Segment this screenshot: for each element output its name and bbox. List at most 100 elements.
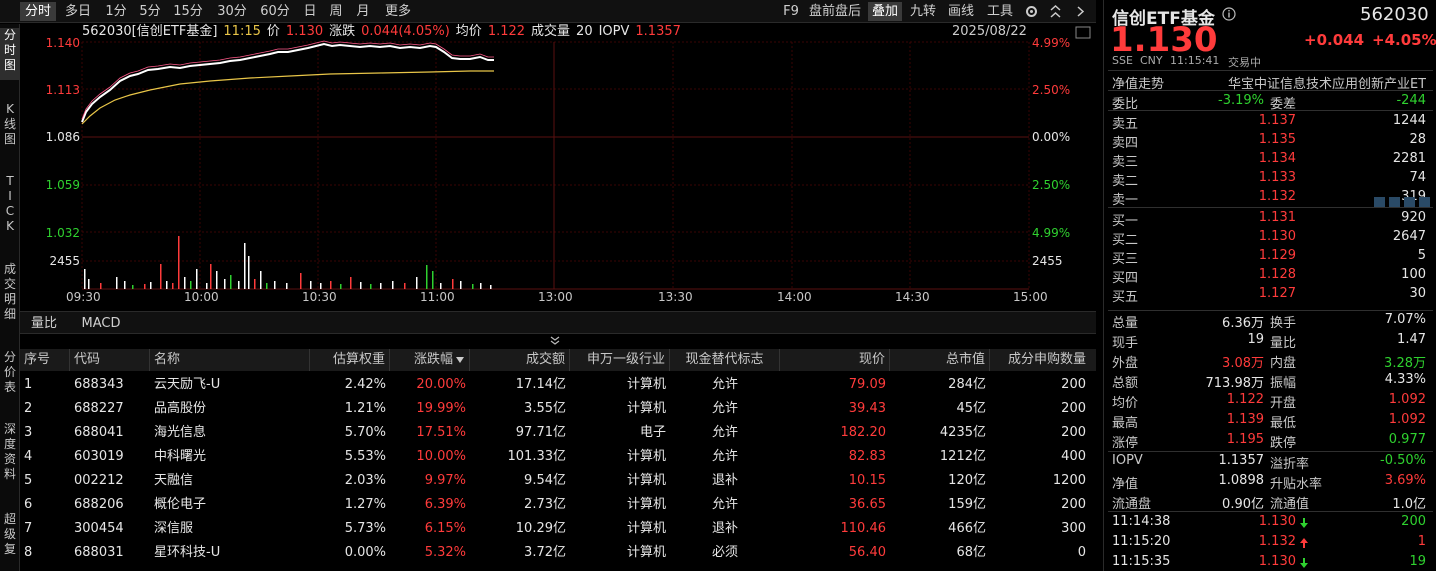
period-tab-multiday[interactable]: 多日 (60, 2, 96, 21)
cell-name: 中科曙光 (154, 449, 207, 464)
col-header-name[interactable]: 名称 (150, 349, 310, 371)
f9-button[interactable]: F9 (780, 2, 802, 21)
period-tab-more[interactable]: 更多 (380, 2, 416, 21)
volume-bar (88, 279, 90, 289)
chart-vol-label: 成交量 (531, 24, 571, 39)
volume-bar (416, 277, 418, 289)
period-tab-1min[interactable]: 1分 (101, 2, 131, 21)
orderbook-level-label: 卖四 (1112, 136, 1139, 151)
table-row[interactable]: 8 688031 星环科技-U 0.00% 5.32% 3.72亿 计算机 必须 56.40 68… (20, 541, 1096, 565)
table-row[interactable]: 6 688206 概伦电子 1.27% 6.39% 2.73亿 计算机 允许 36.65 159亿… (20, 493, 1096, 517)
cell-cash-sub: 允许 (711, 425, 738, 440)
view-tab-super-review[interactable]: 超 级 复 (0, 512, 20, 568)
stat-value: 1.47 (1397, 332, 1426, 347)
stat-value: -0.50% (1380, 453, 1426, 468)
cell-cash-sub: 允许 (711, 497, 738, 512)
period-tab-month[interactable]: 月 (352, 2, 374, 21)
view-tab-kline[interactable]: K 线 图 (0, 102, 20, 154)
col-header-index[interactable]: 序号 (20, 349, 70, 371)
view-tab-deep-data[interactable]: 深 度 资 料 (0, 422, 20, 492)
period-tab-30min[interactable]: 30分 (213, 2, 251, 21)
tools-button[interactable]: 工具 (983, 2, 1017, 21)
intraday-chart[interactable] (20, 24, 1096, 311)
indicator-tab-macd[interactable]: MACD (76, 314, 126, 333)
chart-settings-icon[interactable] (1075, 26, 1091, 39)
indicator-tab-volume-ratio[interactable]: 量比 (26, 314, 62, 333)
col-header-code[interactable]: 代码 (70, 349, 150, 371)
col-header-price[interactable]: 现价 (780, 349, 890, 371)
table-row[interactable]: 3 688041 海光信息 5.70% 17.51% 97.71亿 电子 允许 182.20 42… (20, 421, 1096, 445)
time-axis-label: 13:00 (538, 290, 573, 304)
volume-bars (84, 236, 492, 289)
info-icon[interactable] (1222, 7, 1236, 21)
period-tab-intraday[interactable]: 分时 (20, 2, 56, 21)
col-header-weight[interactable]: 估算权重 (310, 349, 390, 371)
tick-volume: 1 (1417, 534, 1426, 549)
cell-change-pct: 6.39% (424, 497, 466, 512)
stat-label: 内盘 (1270, 356, 1297, 371)
overlay-button[interactable]: 叠加 (868, 2, 902, 21)
draw-line-button[interactable]: 画线 (944, 2, 978, 21)
volume-bar (244, 243, 246, 289)
cell-name: 天融信 (154, 473, 194, 488)
view-tab-intraday[interactable]: 分 时 图 (0, 28, 20, 80)
orderbook-level-label: 买二 (1112, 233, 1139, 248)
chevron-right-icon[interactable] (1073, 4, 1088, 19)
cell-cash-sub: 允许 (711, 449, 738, 464)
expand-icon[interactable] (1048, 4, 1063, 19)
stat-value: 1.122 (1226, 392, 1264, 407)
cell-name: 云天励飞-U (154, 377, 221, 392)
view-tab-price-table[interactable]: 分 价 表 (0, 350, 20, 402)
nine-turn-button[interactable]: 九转 (906, 2, 940, 21)
cell-turnover: 101.33亿 (507, 449, 567, 464)
volume-bar (230, 275, 232, 289)
volume-bar (160, 264, 162, 289)
table-row[interactable]: 1 688343 云天励飞-U 2.42% 20.00% 17.14亿 计算机 允许 79.09… (20, 373, 1096, 397)
orderbook-level-label: 卖五 (1112, 117, 1139, 132)
price-axis-label: 1.086 (45, 130, 80, 144)
orderbook-tool-icons[interactable] (1374, 196, 1432, 208)
tick-time: 11:15:35 (1112, 554, 1171, 569)
gear-icon[interactable] (1024, 4, 1039, 19)
col-header-cash-sub[interactable]: 现金替代标志 (670, 349, 780, 371)
cell-weight: 0.00% (344, 545, 386, 560)
orderbook-level-label: 卖一 (1112, 193, 1139, 208)
table-row[interactable]: 5 002212 天融信 2.03% 9.97% 9.54亿 计算机 退补 10.15 120亿 1… (20, 469, 1096, 493)
volume-bar (320, 283, 322, 289)
cell-turnover: 10.29亿 (515, 521, 566, 536)
period-tab-60min[interactable]: 60分 (256, 2, 294, 21)
double-chevron-down-icon[interactable] (549, 336, 561, 346)
period-tab-week[interactable]: 周 (325, 2, 347, 21)
volume-bar (392, 281, 394, 289)
stat-value: 1.092 (1388, 412, 1426, 427)
col-header-market-cap[interactable]: 总市值 (890, 349, 990, 371)
volume-bar (124, 281, 126, 289)
view-tab-trade-detail[interactable]: 成 交 明 细 (0, 262, 20, 332)
currency-label: CNY (1140, 54, 1163, 67)
exchange-label: SSE (1112, 54, 1133, 67)
stat-label: 净值 (1112, 477, 1139, 492)
col-header-sub-qty[interactable]: 成分申购数量 (990, 349, 1090, 371)
cell-weight: 5.73% (344, 521, 386, 536)
pre-post-market-button[interactable]: 盘前盘后 (806, 2, 864, 21)
cell-sub-qty: 300 (1061, 521, 1086, 536)
stat-value: 1.139 (1226, 412, 1264, 427)
table-row[interactable]: 7 300454 深信服 5.73% 6.15% 10.29亿 计算机 退补 110.46 466… (20, 517, 1096, 541)
volume-bar (144, 284, 146, 289)
col-header-industry[interactable]: 申万一级行业 (570, 349, 670, 371)
period-tab-15min[interactable]: 15分 (170, 2, 206, 21)
time-axis-label: 10:30 (302, 290, 337, 304)
chart-date: 2025/08/22 (952, 24, 1027, 39)
cell-code: 688343 (74, 377, 124, 392)
cell-weight: 2.03% (344, 473, 386, 488)
col-header-turnover[interactable]: 成交额 (470, 349, 570, 371)
tick-price: 1.130 (1258, 554, 1296, 569)
table-row[interactable]: 4 603019 中科曙光 5.53% 10.00% 101.33亿 计算机 允许 82.83 1… (20, 445, 1096, 469)
cell-industry: 计算机 (626, 377, 666, 392)
period-tab-5min[interactable]: 5分 (135, 2, 165, 21)
period-tab-day[interactable]: 日 (299, 2, 321, 21)
cell-turnover: 17.14亿 (515, 377, 566, 392)
view-tab-tick[interactable]: T I C K (0, 174, 20, 244)
cell-code: 688227 (74, 401, 124, 416)
table-row[interactable]: 2 688227 品高股份 1.21% 19.99% 3.55亿 计算机 允许 39.43 45亿… (20, 397, 1096, 421)
